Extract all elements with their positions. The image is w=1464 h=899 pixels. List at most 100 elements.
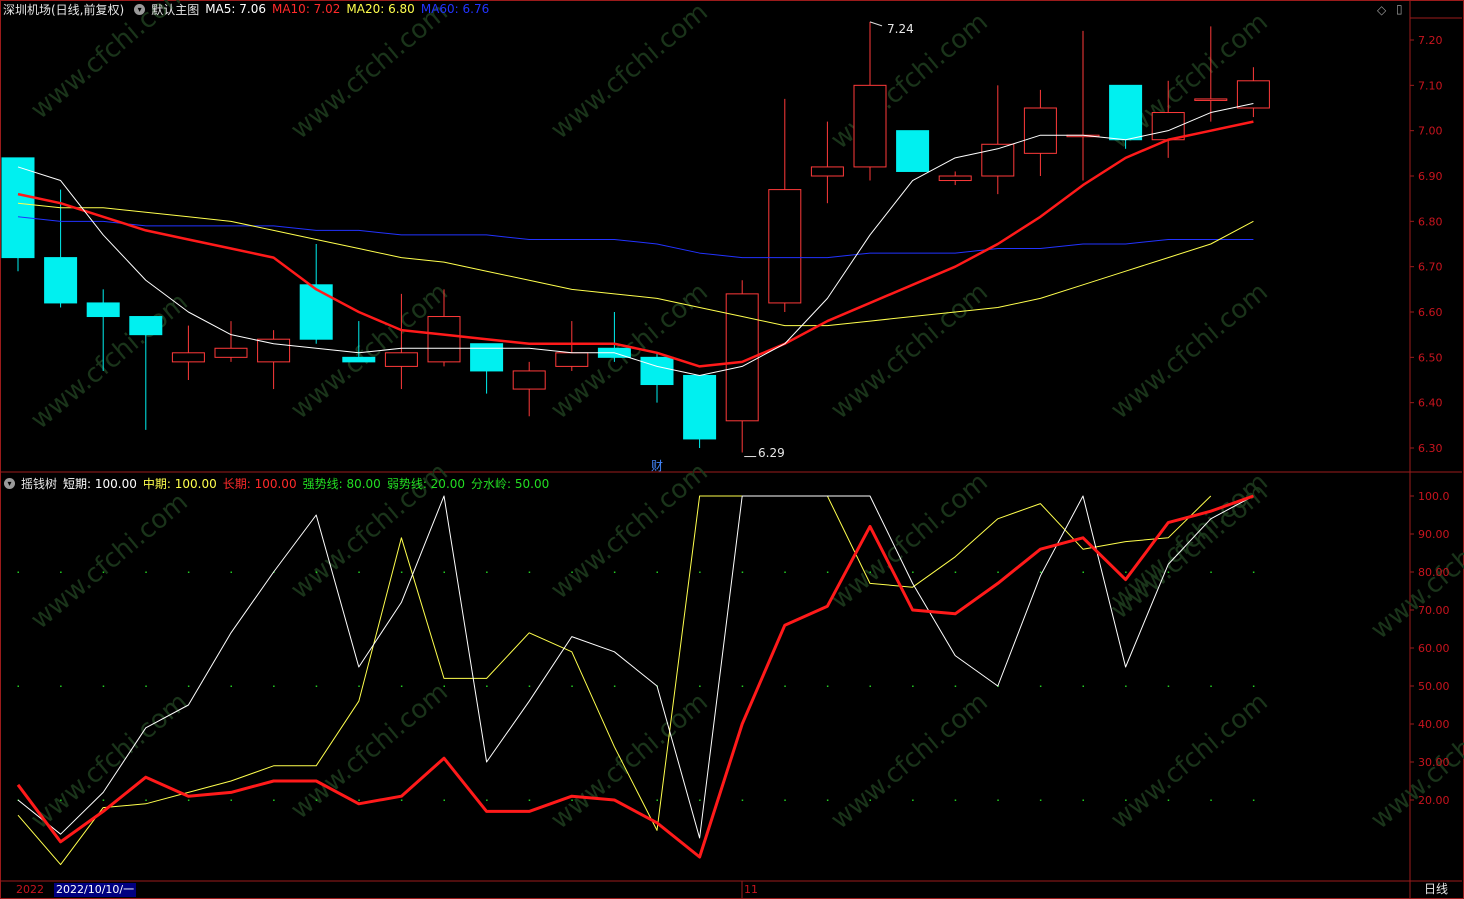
- level-dot: [912, 571, 914, 573]
- level-dot: [997, 571, 999, 573]
- price-y-tick-label: 7.20: [1418, 34, 1443, 47]
- level-dot: [358, 799, 360, 801]
- level-dot: [528, 799, 531, 801]
- outer-frame: [0, 0, 1464, 899]
- level-dot: [741, 685, 744, 687]
- indicator-title[interactable]: 摇钱树: [21, 475, 57, 492]
- indicator-panel-header: ▾ 摇钱树 短期: 100.00 中期: 100.00 长期: 100.00 强…: [0, 474, 555, 492]
- indicator-y-tick-label: 50.00: [1418, 680, 1450, 693]
- long-term-label: 长期: 100.00: [222, 476, 297, 491]
- chevron-down-icon[interactable]: ▾: [134, 3, 146, 15]
- ma60-label: MA60: 6.76: [420, 2, 490, 16]
- chart-canvas: www.cfchi.com www.cfchi.com www.cfchi.com w…: [0, 0, 1464, 899]
- candle-body: [853, 84, 887, 168]
- level-dot: [784, 799, 786, 801]
- level-dot: [358, 571, 360, 573]
- candle-body: [171, 352, 205, 363]
- panel-toggle-icon[interactable]: ▯: [1396, 1, 1403, 17]
- weak-line-label: 弱势线: 20.00: [386, 476, 466, 491]
- watermark-text: www.cfchi.com: [545, 687, 714, 835]
- level-dot: [869, 685, 871, 687]
- candle-body: [44, 257, 78, 304]
- indicator-y-tick-label: 80.00: [1418, 566, 1450, 579]
- level-dot: [613, 571, 616, 573]
- level-dot: [486, 799, 488, 801]
- month-marker: 11: [744, 883, 758, 896]
- price-y-tick-label: 6.40: [1418, 397, 1443, 410]
- level-dot: [60, 799, 62, 801]
- level-dot: [699, 571, 701, 573]
- level-dot: [826, 799, 829, 801]
- date-cursor-label[interactable]: 2022/10/10/一: [54, 883, 137, 897]
- candle-body: [512, 370, 546, 390]
- indicator-y-tick-label: 90.00: [1418, 528, 1450, 541]
- level-dot: [826, 685, 829, 687]
- level-dot: [1167, 571, 1170, 573]
- level-dot: [1082, 571, 1084, 573]
- level-dot: [145, 799, 147, 801]
- candle-body: [896, 130, 930, 172]
- level-dot: [699, 685, 701, 687]
- chevron-down-icon[interactable]: ▾: [4, 477, 15, 489]
- level-dot: [1082, 685, 1084, 687]
- candle-body: [129, 316, 163, 336]
- level-dot: [443, 799, 445, 801]
- candle-body: [342, 356, 376, 363]
- price-y-tick-label: 6.80: [1418, 215, 1443, 228]
- level-dot: [528, 571, 531, 573]
- candle-body: [640, 356, 674, 386]
- candle-body: [1023, 107, 1057, 154]
- level-dot: [145, 571, 147, 573]
- level-dots: [17, 685, 1255, 687]
- level-dot: [613, 685, 616, 687]
- ma60-line: [17, 216, 1254, 259]
- candle-body: [555, 352, 589, 367]
- diamond-icon[interactable]: ◇: [1377, 2, 1386, 18]
- level-dot: [869, 799, 871, 801]
- level-dot: [571, 685, 573, 687]
- level-dot: [1167, 685, 1170, 687]
- level-dot: [145, 685, 147, 687]
- indicator-y-tick-label: 30.00: [1418, 756, 1450, 769]
- main-chart-label[interactable]: 默认主图: [151, 1, 199, 18]
- ma10-label: MA10: 7.02: [271, 2, 341, 16]
- level-dot: [869, 571, 871, 573]
- financial-report-marker[interactable]: 财: [651, 458, 663, 474]
- level-dot: [1125, 685, 1127, 687]
- level-dot: [997, 799, 999, 801]
- short-term-label: 短期: 100.00: [63, 476, 137, 491]
- level-dot: [443, 685, 445, 687]
- candle-body: [938, 175, 972, 182]
- level-dot: [1252, 685, 1255, 687]
- watermark-text: www.cfchi.com: [825, 467, 994, 615]
- candle-body: [299, 284, 333, 340]
- candle-body: [683, 374, 717, 440]
- level-dot: [1210, 685, 1212, 687]
- price-y-tick-label: 6.60: [1418, 306, 1443, 319]
- mid-term-label: 中期: 100.00: [142, 476, 217, 491]
- candle-body: [1, 157, 35, 259]
- level-dot: [1039, 799, 1042, 801]
- watermark-text: www.cfchi.com: [825, 687, 994, 835]
- ma20-line: [17, 202, 1254, 327]
- price-y-tick-label: 7.00: [1418, 125, 1443, 138]
- period-label[interactable]: 日线: [1424, 882, 1448, 896]
- indicator-y-tick-label: 70.00: [1418, 604, 1450, 617]
- level-dot: [954, 685, 957, 687]
- level-dot: [102, 571, 105, 573]
- level-dot: [230, 799, 232, 801]
- stock-title[interactable]: 深圳机场(日线,前复权): [3, 1, 124, 18]
- high-price-annotation: 7.24: [887, 22, 914, 36]
- level-dot: [699, 799, 701, 801]
- level-dot: [187, 799, 190, 801]
- price-y-tick-label: 6.90: [1418, 170, 1443, 183]
- level-dot: [486, 571, 488, 573]
- candle-body: [214, 347, 248, 358]
- level-dot: [784, 685, 786, 687]
- candle-body: [810, 166, 844, 177]
- level-dot: [912, 799, 914, 801]
- level-dot: [1125, 571, 1127, 573]
- level-dot: [102, 685, 105, 687]
- candle-body: [768, 189, 802, 304]
- level-dot: [230, 571, 232, 573]
